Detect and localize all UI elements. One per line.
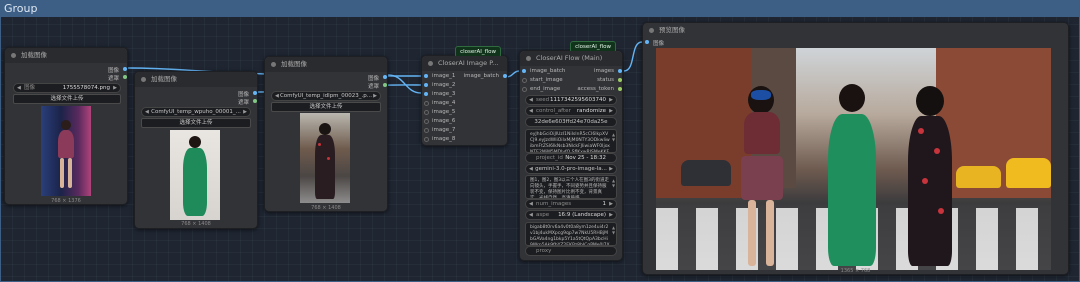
image-size-label: 1365 × 768 [840,268,871,274]
input-image-2[interactable]: image_2 [424,82,455,88]
proxy-field[interactable]: proxy [525,246,617,256]
input-image-3[interactable]: image_3 [424,91,455,97]
output-image-batch[interactable]: image_batch [464,73,507,79]
scrollbar[interactable]: ▲ ▼ [612,132,615,142]
prompt-textarea[interactable]: 图1，图2，图3以三个人在图3的街道走向镜头，手握手，不同姿势并且保持服装不变，… [525,175,617,199]
chevron-left-icon[interactable]: ◀ [17,84,21,92]
load-image-node-1[interactable]: 加载图像 图像 遮罩 ◀ 图像 1755578074.png ▶ 选择文件上传 … [4,47,128,205]
chevron-right-icon[interactable]: ▶ [373,92,377,100]
node-title[interactable]: 加载图像 [135,72,257,87]
image-batch-node[interactable]: closerAI_flow CloserAI Image P... image_… [421,46,508,146]
node-title[interactable]: CloserAI Flow (Main) [520,51,622,66]
node-title[interactable]: 加载图像 [5,48,127,63]
input-image-7[interactable]: image_7 [424,127,455,133]
input-image-batch[interactable]: image_batch [522,68,565,74]
input-image[interactable]: 图像 [645,39,664,47]
preview-thumbnail [300,113,350,203]
image-size-label: 768 × 1376 [51,198,81,204]
input-image-6[interactable]: image_6 [424,118,455,124]
chevron-left-icon[interactable]: ◀ [529,107,533,115]
node-title[interactable]: 加载图像 [265,57,387,72]
chevron-right-icon[interactable]: ▶ [609,200,613,208]
chevron-right-icon[interactable]: ▶ [609,107,613,115]
input-start-image[interactable]: start_image [522,77,563,83]
input-end-image[interactable]: end_image [522,86,560,92]
project-id-field[interactable]: project_id Nov 25 - 18:32 [525,153,617,163]
preview-thumbnail [170,130,220,220]
chevron-right-icon[interactable]: ▶ [609,211,613,219]
scrollbar[interactable]: ▲ ▼ [612,178,615,188]
chevron-left-icon[interactable]: ◀ [529,200,533,208]
upload-button[interactable]: 选择文件上传 [271,102,381,112]
preview-thumbnail [41,106,91,196]
chevron-right-icon[interactable]: ▶ [609,165,613,173]
control-after-select[interactable]: ◀ control_after randomize ▶ [525,106,617,116]
image-select[interactable]: ◀ ComfyUI_temp_idlpm_00023_.p... ▶ [271,91,381,101]
chevron-right-icon[interactable]: ▶ [609,96,613,104]
num-images-field[interactable]: ◀ num_images 1 ▶ [525,199,617,209]
output-mask[interactable]: 遮罩 [368,82,387,90]
closerai-flow-node[interactable]: closerAI_flow CloserAI Flow (Main) image… [519,41,623,261]
input-image-8[interactable]: image_8 [424,136,455,142]
hash-field[interactable]: 32de6e603ffd24e70da25e [525,117,617,127]
chevron-left-icon[interactable]: ◀ [529,96,533,104]
chevron-right-icon[interactable]: ▶ [243,108,247,116]
preview-image-node[interactable]: 预览图像 图像 1365 × 768 [642,22,1069,275]
output-mask[interactable]: 遮罩 [238,98,257,106]
input-image-5[interactable]: image_5 [424,109,455,115]
chevron-right-icon[interactable]: ▶ [113,84,117,92]
upload-button[interactable]: 选择文件上传 [13,94,121,104]
seed-field[interactable]: ◀ seed 1117342595603740 ▶ [525,95,617,105]
load-image-node-2[interactable]: 加载图像 图像 遮罩 ◀ ComfyUI_temp_wpuho_00001_..… [134,71,258,229]
node-title[interactable]: CloserAI Image P... [422,56,507,71]
access-token-textarea[interactable]: eyJhbGciOiJIUzI1NiIsInR5cCI6IkpXVCJ9.eyJ… [525,129,617,153]
output-image[interactable]: 图像 [108,66,127,74]
scrollbar[interactable]: ▲ ▼ [612,225,615,235]
output-access-token[interactable]: access_token [577,86,622,92]
model-select[interactable]: ◀ gemini-3.0-pro-image-la... ▶ [525,164,617,174]
image-select[interactable]: ◀ 图像 1755578074.png ▶ [13,83,121,93]
image-size-label: 768 × 1408 [181,221,211,227]
output-image[interactable]: 图像 [368,74,387,82]
input-image-4[interactable]: image_4 [424,100,455,106]
output-images[interactable]: images [594,68,622,74]
image-size-label: 768 × 1408 [311,205,341,211]
output-status[interactable]: status [597,77,622,83]
chevron-left-icon[interactable]: ◀ [529,211,533,219]
aspect-select[interactable]: ◀ aspe 16:9 (Landscape) ▶ [525,210,617,220]
preview-output-image [656,48,1051,270]
output-mask[interactable]: 遮罩 [108,74,127,82]
input-image-1[interactable]: image_1 [424,73,455,79]
output-image[interactable]: 图像 [238,90,257,98]
node-title[interactable]: 预览图像 [643,23,1068,38]
load-image-node-3[interactable]: 加载图像 图像 遮罩 ◀ ComfyUI_temp_idlpm_00023_.p… [264,56,388,212]
upload-button[interactable]: 选择文件上传 [141,118,251,128]
api-key-textarea[interactable]: bigab8t0rv6a4v0t0a8ym1ze4ui4r2v1bj4ukMXp… [525,222,617,246]
image-select[interactable]: ◀ ComfyUI_temp_wpuho_00001_... ▶ [141,107,251,117]
